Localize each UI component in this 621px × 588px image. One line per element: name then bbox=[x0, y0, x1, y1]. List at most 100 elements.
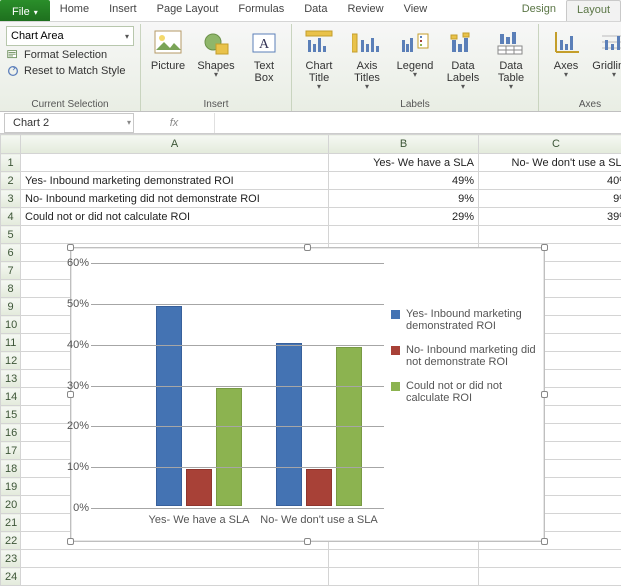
cell[interactable] bbox=[329, 550, 479, 568]
chevron-down-icon: ▾ bbox=[317, 84, 321, 90]
legend-swatch bbox=[391, 310, 400, 319]
cell[interactable]: Could not or did not calculate ROI bbox=[21, 208, 329, 226]
cell[interactable] bbox=[479, 550, 621, 568]
row-header[interactable]: 18 bbox=[1, 460, 21, 478]
chart-bar[interactable] bbox=[276, 343, 302, 506]
col-header-a[interactable]: A bbox=[21, 135, 329, 154]
reset-to-match-style-button[interactable]: Reset to Match Style bbox=[6, 64, 134, 78]
tab-view[interactable]: View bbox=[394, 0, 438, 21]
axes-button[interactable]: Axes ▾ bbox=[545, 26, 587, 78]
cell[interactable]: 49% bbox=[329, 172, 479, 190]
group-insert-label: Insert bbox=[147, 99, 285, 111]
chart-category-cluster[interactable]: No- We don't use a SLA bbox=[259, 263, 379, 506]
cell[interactable] bbox=[329, 568, 479, 586]
row-header[interactable]: 10 bbox=[1, 316, 21, 334]
row-header[interactable]: 7 bbox=[1, 262, 21, 280]
chart-plot-area[interactable]: Yes- We have a SLANo- We don't use a SLA… bbox=[91, 263, 384, 506]
fx-icon[interactable]: fx bbox=[134, 117, 214, 129]
row-header[interactable]: 12 bbox=[1, 352, 21, 370]
chevron-down-icon: ▾ bbox=[127, 118, 131, 127]
col-header-c[interactable]: C bbox=[479, 135, 621, 154]
axis-titles-button[interactable]: Axis Titles ▾ bbox=[346, 26, 388, 90]
chart-title-button[interactable]: Chart Title ▾ bbox=[298, 26, 340, 90]
group-labels: Chart Title ▾ Axis Titles ▾ Legend ▾ bbox=[292, 24, 539, 111]
row-header[interactable]: 22 bbox=[1, 532, 21, 550]
row-header[interactable]: 17 bbox=[1, 442, 21, 460]
reset-label: Reset to Match Style bbox=[24, 65, 126, 77]
chart-y-tick-label: 30% bbox=[67, 380, 89, 392]
cell[interactable] bbox=[21, 226, 329, 244]
data-table-button[interactable]: Data Table ▾ bbox=[490, 26, 532, 90]
chart-bar[interactable] bbox=[216, 388, 242, 506]
row-header[interactable]: 23 bbox=[1, 550, 21, 568]
data-labels-button[interactable]: Data Labels ▾ bbox=[442, 26, 484, 90]
row-header[interactable]: 11 bbox=[1, 334, 21, 352]
row-header[interactable]: 3 bbox=[1, 190, 21, 208]
embedded-chart[interactable]: Yes- We have a SLANo- We don't use a SLA… bbox=[70, 247, 545, 542]
tab-page-layout[interactable]: Page Layout bbox=[147, 0, 229, 21]
chart-legend[interactable]: Yes- Inbound marketing demonstrated ROI N… bbox=[391, 308, 536, 404]
name-box[interactable]: Chart 2 ▾ bbox=[4, 113, 134, 133]
cell[interactable]: 9% bbox=[329, 190, 479, 208]
chart-element-dropdown[interactable]: Chart Area ▾ bbox=[6, 26, 134, 46]
row-header[interactable]: 16 bbox=[1, 424, 21, 442]
text-box-button[interactable]: A Text Box bbox=[243, 26, 285, 84]
tab-home[interactable]: Home bbox=[50, 0, 99, 21]
cell[interactable] bbox=[21, 154, 329, 172]
row-header[interactable]: 20 bbox=[1, 496, 21, 514]
chart-bar[interactable] bbox=[156, 306, 182, 506]
cell[interactable]: Yes- We have a SLA bbox=[329, 154, 479, 172]
gridlines-button[interactable]: Gridlines ▾ bbox=[593, 26, 621, 78]
legend-item[interactable]: Could not or did not calculate ROI bbox=[391, 380, 536, 404]
chart-bar[interactable] bbox=[186, 469, 212, 506]
select-all-corner[interactable] bbox=[1, 135, 21, 154]
row-header[interactable]: 1 bbox=[1, 154, 21, 172]
cell[interactable]: 29% bbox=[329, 208, 479, 226]
row-header[interactable]: 21 bbox=[1, 514, 21, 532]
chart-category-cluster[interactable]: Yes- We have a SLA bbox=[139, 263, 259, 506]
tab-review[interactable]: Review bbox=[337, 0, 393, 21]
formula-input[interactable] bbox=[214, 113, 621, 133]
cell[interactable]: 9% bbox=[479, 190, 621, 208]
tab-formulas[interactable]: Formulas bbox=[228, 0, 294, 21]
legend-icon bbox=[400, 28, 430, 58]
tab-insert[interactable]: Insert bbox=[99, 0, 147, 21]
row-header[interactable]: 9 bbox=[1, 298, 21, 316]
cell[interactable] bbox=[479, 568, 621, 586]
row-header[interactable]: 24 bbox=[1, 568, 21, 586]
row-header[interactable]: 4 bbox=[1, 208, 21, 226]
row-header[interactable]: 2 bbox=[1, 172, 21, 190]
cell[interactable] bbox=[479, 226, 621, 244]
chart-y-tick-label: 60% bbox=[67, 257, 89, 269]
chart-bar[interactable] bbox=[306, 469, 332, 506]
legend-item[interactable]: No- Inbound marketing did not demonstrat… bbox=[391, 344, 536, 368]
legend-button[interactable]: Legend ▾ bbox=[394, 26, 436, 78]
tab-data[interactable]: Data bbox=[294, 0, 337, 21]
cell[interactable] bbox=[21, 568, 329, 586]
legend-item[interactable]: Yes- Inbound marketing demonstrated ROI bbox=[391, 308, 536, 332]
cell[interactable]: 40% bbox=[479, 172, 621, 190]
cell[interactable]: No- Inbound marketing did not demonstrat… bbox=[21, 190, 329, 208]
cell[interactable] bbox=[329, 226, 479, 244]
row-header[interactable]: 13 bbox=[1, 370, 21, 388]
format-selection-button[interactable]: Format Selection bbox=[6, 48, 134, 62]
cell[interactable]: 39% bbox=[479, 208, 621, 226]
cell[interactable]: No- We don't use a SLA bbox=[479, 154, 621, 172]
group-current-selection: Chart Area ▾ Format Selection Reset to M… bbox=[0, 24, 141, 111]
tab-file[interactable]: File ▾ bbox=[0, 0, 50, 21]
group-labels-label: Labels bbox=[298, 99, 532, 111]
cell[interactable] bbox=[21, 550, 329, 568]
group-insert: Picture Shapes ▾ A Text Box Insert bbox=[141, 24, 292, 111]
row-header[interactable]: 6 bbox=[1, 244, 21, 262]
row-header[interactable]: 19 bbox=[1, 478, 21, 496]
row-header[interactable]: 14 bbox=[1, 388, 21, 406]
row-header[interactable]: 8 bbox=[1, 280, 21, 298]
tab-design[interactable]: Design bbox=[512, 0, 566, 21]
picture-button[interactable]: Picture bbox=[147, 26, 189, 72]
tab-layout[interactable]: Layout bbox=[566, 0, 621, 21]
row-header[interactable]: 5 bbox=[1, 226, 21, 244]
col-header-b[interactable]: B bbox=[329, 135, 479, 154]
row-header[interactable]: 15 bbox=[1, 406, 21, 424]
cell[interactable]: Yes- Inbound marketing demonstrated ROI bbox=[21, 172, 329, 190]
shapes-button[interactable]: Shapes ▾ bbox=[195, 26, 237, 78]
